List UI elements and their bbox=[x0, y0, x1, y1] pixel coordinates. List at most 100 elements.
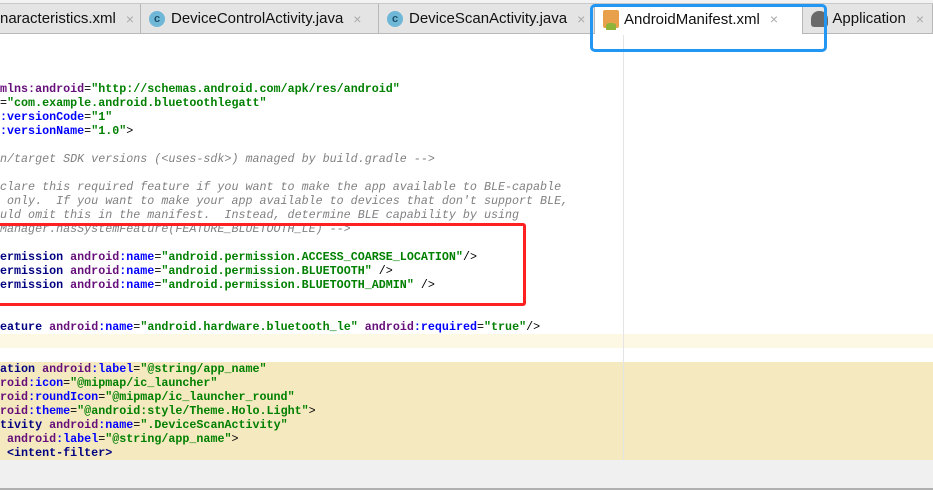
code-token: roid bbox=[0, 404, 29, 418]
tab-naracteristics-xml[interactable]: naracteristics.xml × bbox=[0, 4, 141, 33]
code-token: "android.permission.BLUETOOTH_ADMIN" bbox=[161, 278, 414, 292]
code-line bbox=[0, 334, 933, 348]
code-token: :versionName bbox=[0, 124, 85, 138]
editor-tab-bar: naracteristics.xml × c DeviceControlActivit… bbox=[0, 4, 933, 34]
android-app-icon bbox=[811, 10, 829, 27]
code-token: "com.example.android.bluetoothlegatt" bbox=[7, 96, 267, 110]
code-line: tivity android:name=".DeviceScanActivity… bbox=[0, 418, 933, 432]
code-token: android bbox=[364, 320, 414, 334]
code-line: n/target SDK versions (<uses-sdk>) manag… bbox=[0, 152, 933, 166]
code-token: android bbox=[70, 278, 120, 292]
code-token: "android.hardware.bluetooth_le" bbox=[140, 320, 358, 334]
code-token: :theme bbox=[28, 404, 71, 418]
close-tab-icon[interactable]: × bbox=[577, 11, 585, 27]
code-token: :name bbox=[98, 418, 134, 432]
code-token: :roundIcon bbox=[28, 390, 99, 404]
code-token: tivity bbox=[0, 418, 50, 432]
code-token: android bbox=[42, 362, 92, 376]
code-token: "1" bbox=[91, 110, 113, 124]
code-line: roid:icon="@mipmap/ic_launcher" bbox=[0, 376, 933, 390]
code-line: roid:roundIcon="@mipmap/ic_launcher_roun… bbox=[0, 390, 933, 404]
code-token: :name bbox=[119, 264, 155, 278]
code-token: android bbox=[49, 320, 99, 334]
code-line: ermission android:name="android.permissi… bbox=[0, 278, 933, 292]
code-line: ermission android:name="android.permissi… bbox=[0, 250, 933, 264]
bottom-panel bbox=[0, 460, 933, 490]
code-token: uld omit this in the manifest. Instead, … bbox=[0, 208, 520, 222]
code-line: roid:theme="@android:style/Theme.Holo.Li… bbox=[0, 404, 933, 418]
code-token: "@mipmap/ic_launcher" bbox=[70, 376, 218, 390]
code-line: ation android:label="@string/app_name" bbox=[0, 362, 933, 376]
close-tab-icon[interactable]: × bbox=[916, 11, 924, 27]
code-token: :required bbox=[413, 320, 477, 334]
code-token: :versionCode bbox=[0, 110, 85, 124]
code-line: ermission android:name="android.permissi… bbox=[0, 264, 933, 278]
code-line: android:label="@string/app_name"> bbox=[0, 432, 933, 446]
code-token: eature bbox=[0, 320, 50, 334]
code-editor[interactable]: mlns:android="http://schemas.android.com… bbox=[0, 35, 933, 460]
code-token: "@string/app_name" bbox=[105, 432, 232, 446]
code-token: android bbox=[70, 250, 120, 264]
code-token: ".DeviceScanActivity" bbox=[140, 418, 288, 432]
tab-label: DeviceControlActivity.java bbox=[171, 10, 344, 27]
tab-label: Application bbox=[832, 10, 906, 27]
code-token: ermission bbox=[0, 264, 71, 278]
close-tab-icon[interactable]: × bbox=[126, 11, 134, 27]
code-token: /> bbox=[462, 250, 477, 264]
tab-label: DeviceScanActivity.java bbox=[409, 10, 568, 27]
code-token: android bbox=[7, 432, 57, 446]
code-token: <intent-filter> bbox=[7, 446, 113, 460]
code-token: :name bbox=[98, 320, 134, 334]
code-line: uld omit this in the manifest. Instead, … bbox=[0, 208, 933, 222]
code-token: "android.permission.BLUETOOTH" bbox=[161, 264, 372, 278]
code-token: android bbox=[70, 264, 120, 278]
tab-devicecontrolactivity-java[interactable]: c DeviceControlActivity.java × bbox=[141, 4, 379, 33]
code-token: = bbox=[0, 96, 8, 110]
code-token: roid bbox=[0, 376, 29, 390]
code-token: :icon bbox=[28, 376, 64, 390]
code-token: /> bbox=[371, 264, 393, 278]
code-token: "@android:style/Theme.Holo.Light" bbox=[77, 404, 309, 418]
tab-devicescanactivity-java[interactable]: c DeviceScanActivity.java × bbox=[379, 4, 595, 33]
code-token: ermission bbox=[0, 250, 71, 264]
code-line: :versionCode="1" bbox=[0, 110, 933, 124]
code-token: = bbox=[477, 320, 485, 334]
code-line: Manager.hasSystemFeature(FEATURE_BLUETOO… bbox=[0, 222, 933, 236]
code-token: ation bbox=[0, 362, 43, 376]
code-token: "@string/app_name" bbox=[140, 362, 267, 376]
code-token: n/target SDK versions (<uses-sdk>) manag… bbox=[0, 152, 435, 166]
tab-androidmanifest-xml[interactable]: AndroidManifest.xml × bbox=[595, 4, 803, 34]
code-token: > bbox=[126, 124, 134, 138]
code-token: ermission bbox=[0, 278, 71, 292]
tab-application[interactable]: Application × bbox=[803, 4, 933, 33]
code-line: <intent-filter> bbox=[0, 446, 933, 460]
code-token: :name bbox=[119, 278, 155, 292]
code-token: only. If you want to make your app avail… bbox=[0, 194, 569, 208]
code-token: "http://schemas.android.com/apk/res/andr… bbox=[91, 82, 400, 96]
code-token: "1.0" bbox=[91, 124, 127, 138]
code-token: mlns:android bbox=[0, 82, 85, 96]
code-token: Manager.hasSystemFeature(FEATURE_BLUETOO… bbox=[0, 222, 351, 236]
code-token: android bbox=[49, 418, 99, 432]
code-token: "true" bbox=[484, 320, 527, 334]
code-token: roid bbox=[0, 390, 29, 404]
code-token: > bbox=[308, 404, 316, 418]
code-token: :name bbox=[119, 250, 155, 264]
code-token: /> bbox=[413, 278, 435, 292]
tab-label: AndroidManifest.xml bbox=[624, 10, 760, 28]
code-line: only. If you want to make your app avail… bbox=[0, 194, 933, 208]
close-tab-icon[interactable]: × bbox=[353, 11, 361, 27]
tab-label: naracteristics.xml bbox=[0, 10, 116, 27]
class-c-icon: c bbox=[149, 10, 165, 27]
code-token: "android.permission.ACCESS_COARSE_LOCATI… bbox=[161, 250, 463, 264]
code-token: /> bbox=[526, 320, 541, 334]
close-tab-icon[interactable]: × bbox=[770, 11, 778, 27]
